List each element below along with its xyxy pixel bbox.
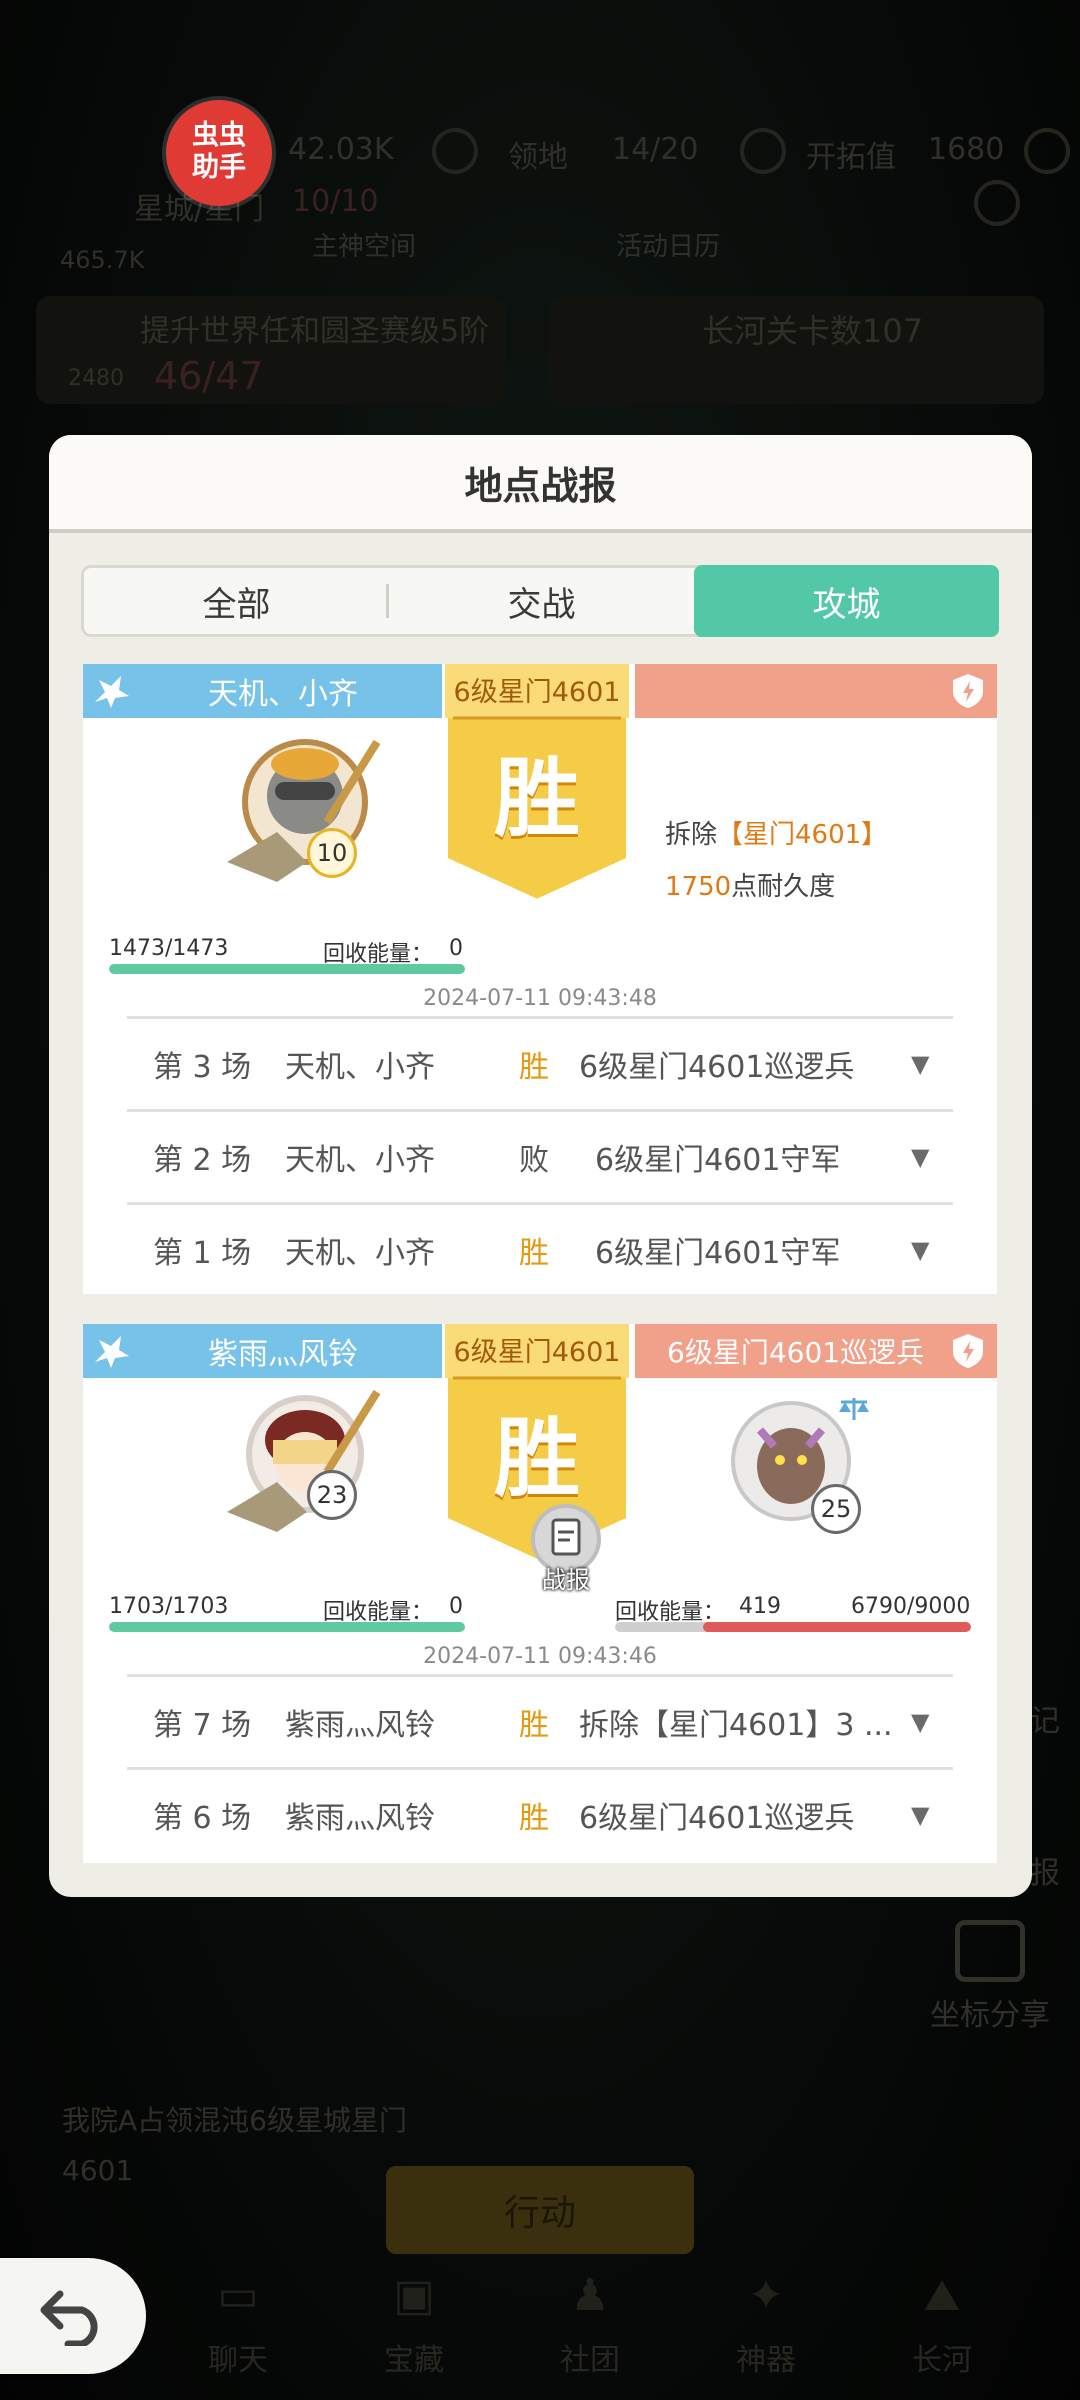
demolish-info: 拆除【星门4601】 <box>665 820 888 850</box>
battle-outcome: 败 <box>519 1142 549 1178</box>
battle-report-label: 战报 <box>542 1566 590 1594</box>
attacker-avatar[interactable] <box>217 1362 393 1538</box>
attacker-level-badge: 23 <box>307 1470 357 1520</box>
battle-round: 第 1 场 <box>153 1235 252 1271</box>
battle-target: 6级星门4601守军 <box>595 1235 841 1271</box>
battle-round: 第 3 场 <box>153 1049 252 1085</box>
attacker-hp-bar <box>109 1622 465 1632</box>
expand-arrow-icon[interactable]: ▼ <box>911 1050 953 1078</box>
battle-attacker: 紫雨灬风铃 <box>285 1707 435 1743</box>
defender-level-badge: 25 <box>811 1484 861 1534</box>
battle-outcome: 胜 <box>519 1800 549 1836</box>
battle-attacker: 天机、小齐 <box>285 1049 435 1085</box>
battle-time: 2024-07-11 09:43:48 <box>423 986 657 1011</box>
battle-attacker: 天机、小齐 <box>285 1235 435 1271</box>
battle-row[interactable]: 第 2 场 天机、小齐 败 6级星门4601守军 ▼ <box>127 1109 953 1201</box>
attacker-avatar[interactable] <box>217 712 393 888</box>
battle-row[interactable]: 第 7 场 紫雨灬风铃 胜 拆除【星门4601】3 ... ▼ <box>127 1674 953 1766</box>
balance-icon <box>839 1398 869 1420</box>
shield-icon <box>953 674 983 708</box>
attacker-hp: 1703/1703 <box>109 1594 229 1619</box>
battle-location: 6级星门4601 <box>453 1337 621 1368</box>
defender-hp: 6790/9000 <box>851 1594 971 1619</box>
attack-emblem-icon <box>95 1336 129 1368</box>
attacker-hp: 1473/1473 <box>109 936 229 961</box>
attack-emblem-icon <box>95 676 129 708</box>
battle-row[interactable]: 第 1 场 天机、小齐 胜 6级星门4601守军 ▼ <box>127 1202 953 1294</box>
battle-location: 6级星门4601 <box>453 677 621 708</box>
expand-arrow-icon[interactable]: ▼ <box>911 1143 953 1171</box>
location-report-modal: 地点战报 全部 交战 攻城 天机、小齐 6级星门4601 胜 10 拆除【星门4… <box>49 435 1032 1897</box>
battle-result: 胜 <box>494 749 580 849</box>
battle-outcome: 胜 <box>519 1707 549 1743</box>
expand-arrow-icon[interactable]: ▼ <box>911 1801 953 1829</box>
defender-ribbon: 6级星门4601巡逻兵 <box>635 1324 997 1378</box>
battle-round: 第 6 场 <box>153 1800 252 1836</box>
recycle-value: 0 <box>449 1594 463 1619</box>
battle-target: 6级星门4601守军 <box>595 1142 841 1178</box>
report-tabs: 全部 交战 攻城 <box>81 565 999 637</box>
tab-combat[interactable]: 交战 <box>389 568 694 634</box>
recycle-value: 0 <box>449 936 463 961</box>
defender-recycle-value: 419 <box>739 1594 781 1619</box>
report-card[interactable]: 天机、小齐 6级星门4601 胜 10 拆除【星门4601】 1750点耐久度 … <box>83 664 997 1294</box>
battle-attacker: 天机、小齐 <box>285 1142 435 1178</box>
expand-arrow-icon[interactable]: ▼ <box>911 1708 953 1736</box>
battle-outcome: 胜 <box>519 1049 549 1085</box>
report-card[interactable]: 紫雨灬风铃 6级星门4601巡逻兵 6级星门4601 胜 战报 23 25 17… <box>83 1324 997 1863</box>
attacker-hp-bar <box>109 964 465 974</box>
battle-round: 第 2 场 <box>153 1142 252 1178</box>
battle-attacker: 紫雨灬风铃 <box>285 1800 435 1836</box>
expand-arrow-icon[interactable]: ▼ <box>911 1236 953 1264</box>
helper-badge[interactable]: 虫虫 助手 <box>166 100 272 206</box>
victory-banner: 6级星门4601 胜 <box>439 664 635 904</box>
shield-icon <box>953 1334 983 1368</box>
attacker-name: 天机、小齐 <box>208 677 358 712</box>
defender-name: 6级星门4601巡逻兵 <box>667 1336 925 1369</box>
defender-ribbon <box>635 664 997 718</box>
attacker-level-badge: 10 <box>307 828 357 878</box>
defender-hp-bar <box>615 1622 971 1632</box>
battle-target: 6级星门4601巡逻兵 <box>579 1049 855 1085</box>
battle-result: 胜 <box>494 1409 580 1509</box>
modal-title: 地点战报 <box>49 435 1032 533</box>
battle-target: 6级星门4601巡逻兵 <box>579 1800 855 1836</box>
battle-round: 第 7 场 <box>153 1707 252 1743</box>
battle-row[interactable]: 第 3 场 天机、小齐 胜 6级星门4601巡逻兵 ▼ <box>127 1016 953 1108</box>
tab-siege[interactable]: 攻城 <box>694 565 999 637</box>
durability-info: 1750点耐久度 <box>665 872 836 902</box>
battle-target: 拆除【星门4601】3 ... <box>579 1707 893 1743</box>
battle-row[interactable]: 第 6 场 紫雨灬风铃 胜 6级星门4601巡逻兵 ▼ <box>127 1767 953 1859</box>
back-arrow-icon <box>40 2290 98 2346</box>
back-button[interactable] <box>0 2258 146 2374</box>
battle-time: 2024-07-11 09:43:46 <box>423 1644 657 1669</box>
tab-all[interactable]: 全部 <box>84 568 389 634</box>
battle-outcome: 胜 <box>519 1235 549 1271</box>
attacker-ribbon: 天机、小齐 <box>83 664 445 718</box>
